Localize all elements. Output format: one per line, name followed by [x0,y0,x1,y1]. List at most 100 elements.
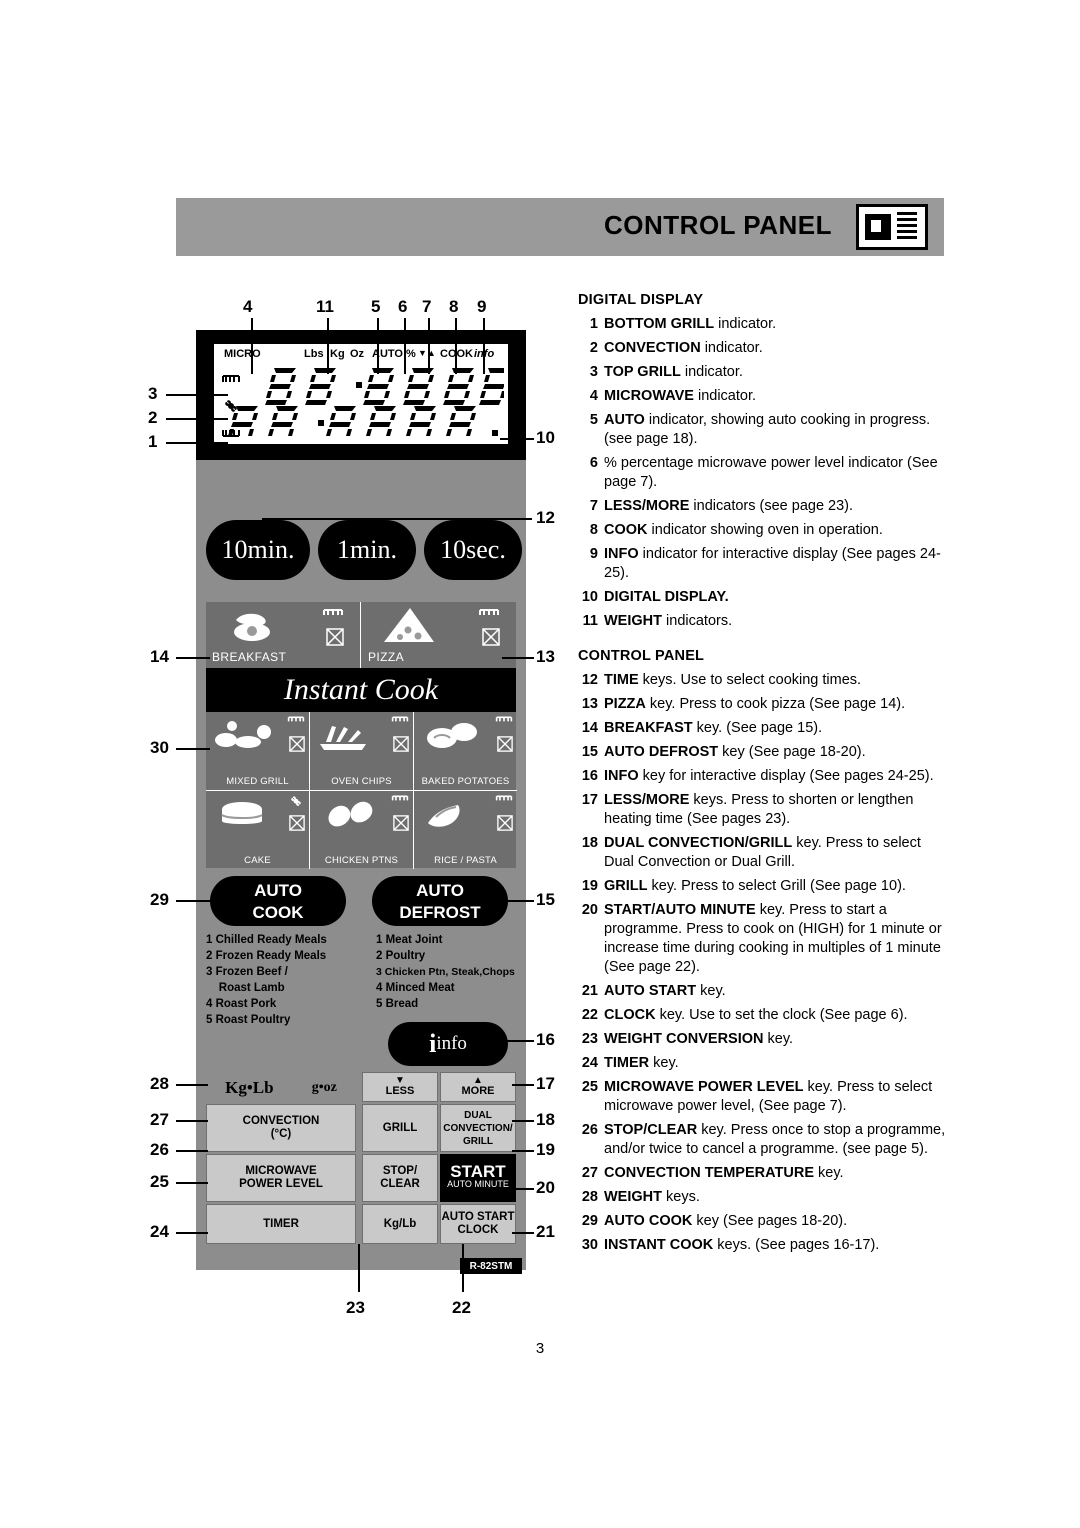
dual-key-line1: DUAL [464,1109,492,1121]
less-key[interactable]: ▼ LESS [362,1072,438,1102]
callout-21: 21 [536,1222,555,1241]
time-key-10sec[interactable]: 10sec. [424,520,522,580]
list-item: 21 AUTO START key. [581,983,726,999]
callout-20: 20 [536,1178,555,1197]
instant-cook-cake-key[interactable]: CAKE [206,791,310,869]
weight-key-g-oz[interactable]: g•oz [312,1080,337,1094]
instant-cook-cake-label: CAKE [244,855,271,866]
instant-cook-rice-pasta-key[interactable]: RICE / PASTA [414,791,517,869]
callout-7: 7 [422,297,432,316]
instant-cook-rice-pasta-label: RICE / PASTA [434,855,497,866]
instant-cook-top-row: BREAKFAST PIZZA [206,602,516,668]
leader-line [176,900,214,902]
callout-6: 6 [398,297,408,316]
callout-4: 4 [243,297,253,316]
description-column: DIGITAL DISPLAY 1 BOTTOM GRILL indicator.… [578,292,948,1260]
stop-key-line2: CLEAR [380,1178,420,1190]
callout-11: 11 [316,297,334,316]
weight-conversion-label: Kg/Lb [383,1217,417,1230]
stop-key-line1: STOP/ [382,1165,418,1177]
list-item: 29 AUTO COOK key (See pages 18-20). [581,1213,848,1229]
list-item: 3 Chicken Ptn, Steak,Chops [376,966,515,978]
list-item: 17 LESS/MORE keys. Press to shorten or le… [581,792,914,827]
instant-cook-breakfast-label: BREAKFAST [212,650,287,664]
callout-16: 16 [536,1030,555,1049]
info-key-label: info [436,1033,467,1054]
instant-cook-chicken-ptns-key[interactable]: CHICKEN PTNS [310,791,414,869]
instant-cook-oven-chips-key[interactable]: OVEN CHIPS [310,712,414,791]
leader-line [512,1120,534,1122]
list-item: 24 TIMER key. [581,1055,679,1071]
dual-key-line3: GRILL [463,1135,493,1147]
more-key-label: MORE [461,1084,495,1097]
callout-14: 14 [150,647,169,666]
list-item: 27 CONVECTION TEMPERATURE key. [581,1165,844,1181]
convection-temperature-key[interactable]: CONVECTION (°C) [206,1104,356,1152]
dual-convection-grill-key[interactable]: DUAL CONVECTION/ GRILL [440,1104,516,1152]
instant-cook-oven-chips-label: OVEN CHIPS [331,776,392,787]
list-item: 4 MICROWAVE indicator. [589,388,757,404]
list-item: 5 Bread [376,998,419,1010]
auto-defrost-line1: AUTO [416,881,464,900]
list-item: 14 BREAKFAST key. (See page 15). [581,720,823,736]
leader-line [512,1084,534,1086]
instant-cook-baked-potatoes-key[interactable]: BAKED POTATOES [414,712,517,791]
microwave-power-level-key[interactable]: MICROWAVE POWER LEVEL [206,1154,356,1202]
clock-label: CLOCK [457,1224,499,1236]
more-key[interactable]: ▲ MORE [440,1072,516,1102]
stop-clear-key[interactable]: STOP/ CLEAR [362,1154,438,1202]
manual-page: CONTROL PANEL MICRO Lbs Kg Oz AUTO % ▼▲ … [0,0,1080,1528]
list-item: Roast Lamb [206,982,285,994]
auto-defrost-key[interactable]: AUTO DEFROST [372,876,508,926]
instant-cook-baked-potatoes-label: BAKED POTATOES [421,776,510,787]
list-item: 8 COOK indicator showing oven in operatio… [589,522,883,538]
instant-cook-pizza-key[interactable]: PIZZA [362,602,516,668]
list-item: 1 Meat Joint [376,934,443,946]
leader-line [512,1232,534,1234]
leader-line [176,748,210,750]
auto-cook-key[interactable]: AUTO COOK [210,876,346,926]
instant-cook-breakfast-key[interactable]: BREAKFAST [206,602,361,668]
callout-1: 1 [148,432,158,451]
leader-line [176,1232,208,1234]
grill-key[interactable]: GRILL [362,1104,438,1152]
leader-line [262,518,264,532]
lcd-indicator-micro: MICRO [224,348,261,360]
list-item: 12 TIME keys. Use to select cooking times… [581,672,862,688]
callout-18: 18 [536,1110,555,1129]
auto-start-clock-key[interactable]: AUTO START CLOCK [440,1204,516,1244]
leader-line [262,518,532,520]
time-key-1min[interactable]: 1min. [318,520,416,580]
leader-line [500,438,534,440]
callout-26: 26 [150,1140,169,1159]
up-arrow-icon: ▲ [473,1074,483,1086]
info-key[interactable]: i info [388,1022,508,1066]
leader-line [176,1084,208,1086]
weight-conversion-key[interactable]: Kg/Lb [362,1204,438,1244]
callout-29: 29 [150,890,169,909]
timer-key[interactable]: TIMER [206,1204,356,1244]
callout-9: 9 [477,297,487,316]
start-auto-minute-key[interactable]: START AUTO MINUTE [440,1154,516,1202]
time-keys-group: 10min. 1min. 10sec. [200,520,522,592]
list-item: 7 LESS/MORE indicators (see page 23). [589,498,854,514]
instant-cook-mixed-grill-key[interactable]: MIXED GRILL [206,712,310,791]
weight-key-kg-lb[interactable]: Kg•Lb [225,1079,273,1096]
time-key-10min[interactable]: 10min. [206,520,310,580]
leader-line [176,657,210,659]
list-item: 1 Chilled Ready Meals [206,934,327,946]
list-item: 5 Roast Poultry [206,1014,291,1026]
down-arrow-icon: ▼ [395,1074,405,1086]
leader-line [428,318,430,374]
callout-22: 22 [452,1298,471,1317]
convection-key-unit: (°C) [270,1128,292,1140]
list-item: 2 CONVECTION indicator. [589,340,763,356]
keypad: Kg•Lb g•oz ▼ LESS ▲ MORE CONVECTION (°C)… [200,1072,522,1254]
leader-line [327,318,329,374]
leader-line [404,318,406,374]
list-item: 18 DUAL CONVECTION/GRILL key. Press to se… [581,835,921,870]
list-item: 20 START/AUTO MINUTE key. Press to start … [581,902,942,975]
callout-2: 2 [148,408,158,427]
leader-line [504,1040,534,1042]
less-key-label: LESS [385,1084,415,1097]
